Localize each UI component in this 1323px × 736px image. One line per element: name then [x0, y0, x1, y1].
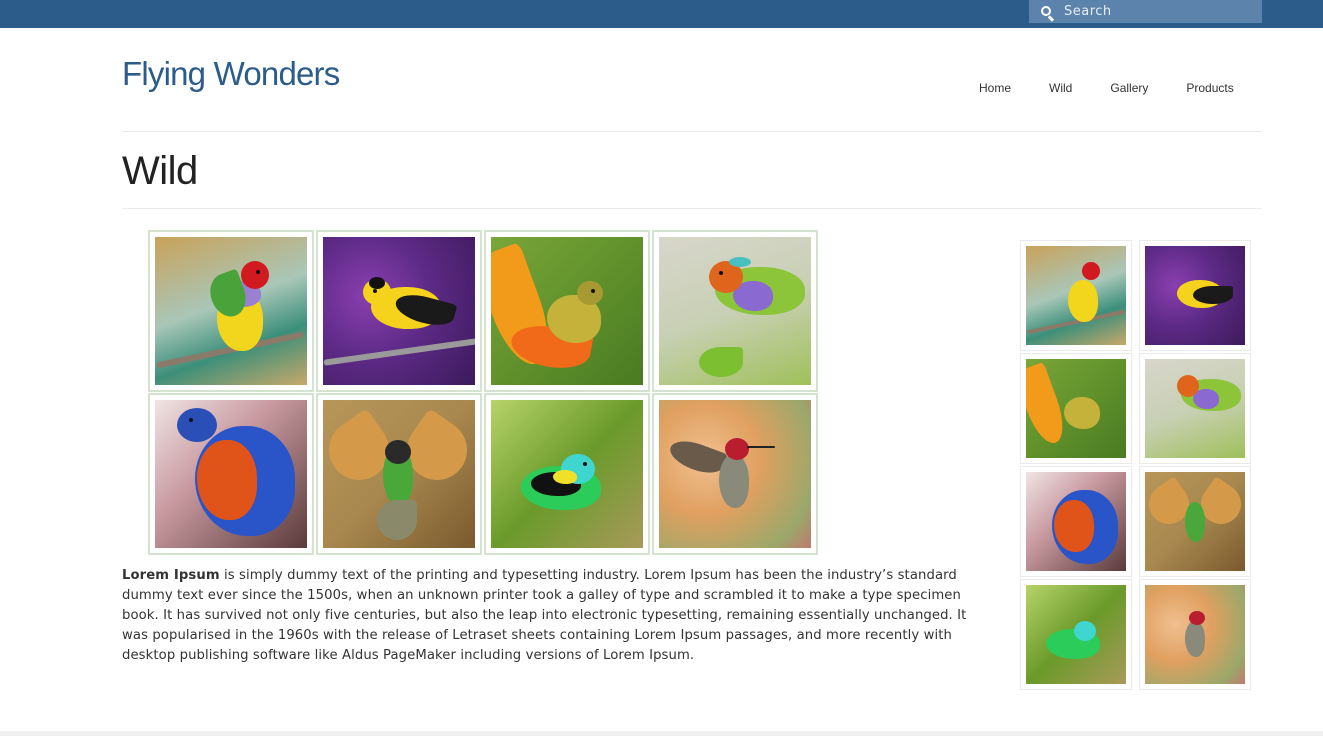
bird-photo — [1145, 246, 1245, 345]
bird-photo — [1145, 359, 1245, 458]
footer-strip — [0, 731, 1323, 736]
top-bar — [0, 0, 1323, 28]
page-title: Wild — [122, 149, 198, 193]
bird-photo — [155, 237, 307, 385]
search-icon[interactable] — [1029, 0, 1063, 23]
sidebar-thumb-sunbird[interactable] — [1020, 353, 1132, 464]
search-input[interactable] — [1064, 0, 1254, 23]
nav-home[interactable]: Home — [960, 80, 1030, 96]
bird-photo — [1026, 472, 1126, 571]
gallery-thumb-gouldian-finch-1[interactable] — [148, 230, 314, 392]
bird-photo — [1026, 246, 1126, 345]
sidebar-thumb-tanager[interactable] — [1020, 579, 1132, 690]
gallery-thumb-bluebird[interactable] — [148, 393, 314, 555]
image-gallery — [148, 230, 820, 556]
nav-gallery[interactable]: Gallery — [1091, 80, 1167, 96]
sidebar-thumb-gouldian-finch-2[interactable] — [1139, 353, 1251, 464]
bird-photo — [491, 237, 643, 385]
gallery-thumb-tanager[interactable] — [484, 393, 650, 555]
sidebar-thumb-goldfinch[interactable] — [1139, 240, 1251, 351]
bird-photo — [155, 400, 307, 548]
gallery-thumb-goldfinch[interactable] — [316, 230, 482, 392]
gallery-thumb-bee-eater[interactable] — [316, 393, 482, 555]
gallery-thumb-sunbird[interactable] — [484, 230, 650, 392]
nav-products[interactable]: Products — [1167, 80, 1252, 96]
gallery-thumb-hummingbird[interactable] — [652, 393, 818, 555]
content-body: is simply dummy text of the printing and… — [122, 568, 967, 663]
bird-photo — [659, 237, 811, 385]
content-paragraph: Lorem Ipsum is simply dummy text of the … — [122, 566, 972, 666]
bird-photo — [323, 237, 475, 385]
main-nav: Home Wild Gallery Products — [960, 80, 1253, 96]
sidebar-thumb-gouldian-finch-1[interactable] — [1020, 240, 1132, 351]
sidebar-thumb-bluebird[interactable] — [1020, 466, 1132, 577]
gallery-thumb-gouldian-finch-2[interactable] — [652, 230, 818, 392]
nav-wild[interactable]: Wild — [1030, 80, 1091, 96]
bird-photo — [659, 400, 811, 548]
content-lead: Lorem Ipsum — [122, 568, 220, 583]
bird-photo — [491, 400, 643, 548]
search-box[interactable] — [1029, 0, 1262, 23]
bird-photo — [1145, 472, 1245, 571]
sidebar-thumb-hummingbird[interactable] — [1139, 579, 1251, 690]
bird-photo — [1026, 359, 1126, 458]
title-divider — [122, 208, 1262, 209]
site-title[interactable]: Flying Wonders — [122, 55, 340, 93]
bird-photo — [1145, 585, 1245, 684]
bird-photo — [323, 400, 475, 548]
sidebar-gallery — [1020, 240, 1253, 690]
bird-photo — [1026, 585, 1126, 684]
header-divider — [122, 131, 1262, 132]
sidebar-thumb-bee-eater[interactable] — [1139, 466, 1251, 577]
